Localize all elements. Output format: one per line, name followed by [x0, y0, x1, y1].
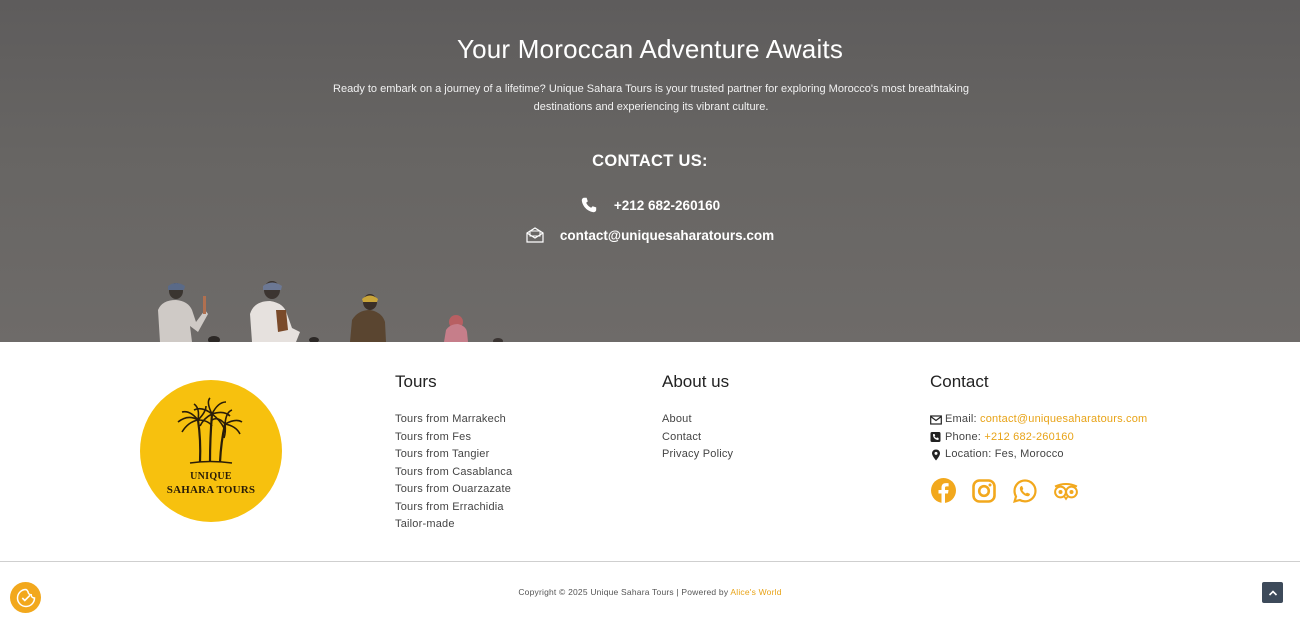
hero-photo-people — [158, 281, 503, 342]
palm-trees-icon — [177, 397, 243, 464]
contact-us-heading: CONTACT US: — [592, 152, 708, 170]
social-links — [930, 478, 1147, 504]
email-label: Email: — [945, 413, 977, 425]
tours-link-tangier[interactable]: Tours from Tangier — [395, 446, 512, 464]
hero-description-line2: destinations and experiencing its vibran… — [533, 100, 769, 113]
tripadvisor-icon[interactable] — [1053, 478, 1079, 504]
contact-email-row: Email: contact@uniquesaharatours.com — [930, 411, 1147, 429]
footer-tours-column: Tours Tours from Marrakech Tours from Fe… — [395, 372, 512, 534]
whatsapp-icon[interactable] — [1012, 478, 1038, 504]
tours-link-marrakech[interactable]: Tours from Marrakech — [395, 411, 512, 429]
logo-text-sahara-tours: SAHARA TOURS — [166, 484, 256, 496]
about-link[interactable]: About — [662, 411, 733, 429]
envelope-icon — [930, 414, 942, 426]
facebook-icon[interactable] — [930, 478, 956, 504]
footer-bottom-bar: Copyright © 2025 Unique Sahara Tours | P… — [0, 562, 1300, 619]
contact-location-row: Location: Fes, Morocco — [930, 446, 1147, 464]
hero-email-line[interactable]: contact@uniquesaharatours.com — [0, 226, 1300, 244]
scroll-to-top-button[interactable] — [1262, 582, 1283, 603]
hero-email-address[interactable]: contact@uniquesaharatours.com — [560, 228, 774, 243]
privacy-policy-link[interactable]: Privacy Policy — [662, 446, 733, 464]
email-link[interactable]: contact@uniquesaharatours.com — [980, 411, 1147, 429]
contact-heading: Contact — [930, 372, 989, 391]
chevron-up-icon — [1268, 589, 1277, 596]
phone-label: Phone: — [945, 430, 982, 443]
tours-link-fes[interactable]: Tours from Fes — [395, 429, 512, 447]
hero-title: Your Moroccan Adventure Awaits — [456, 34, 844, 64]
tours-link-tailor-made[interactable]: Tailor-made — [395, 516, 512, 534]
tours-link-casablanca[interactable]: Tours from Casablanca — [395, 464, 512, 482]
about-heading: About us — [662, 372, 730, 391]
tours-heading: Tours — [395, 372, 437, 391]
footer-about-column: About us About Contact Privacy Policy — [662, 372, 733, 464]
logo-text-unique: UNIQUE — [190, 471, 232, 482]
hero-description-line1: Ready to embark on a journey of a lifeti… — [333, 83, 969, 95]
tours-link-ouarzazate[interactable]: Tours from Ouarzazate — [395, 481, 512, 499]
map-marker-icon — [930, 449, 942, 461]
location-label: Location: — [945, 448, 992, 460]
hero-phone-line[interactable]: +212 682-260160 — [0, 196, 1300, 214]
location-value: Fes, Morocco — [994, 448, 1064, 460]
phone-square-icon — [930, 431, 942, 443]
hero-phone-number[interactable]: +212 682-260160 — [614, 198, 720, 213]
contact-phone-row: Phone: +212 682-260160 — [930, 429, 1147, 447]
contact-link[interactable]: Contact — [662, 429, 733, 447]
copyright-label: Copyright © 2025 Unique Sahara Tours | P… — [518, 587, 729, 597]
tours-link-errachidia[interactable]: Tours from Errachidia — [395, 499, 512, 517]
footer-contact-column: Contact Email: contact@uniquesaharatours… — [930, 372, 1147, 504]
hero-section: Your Moroccan Adventure Awaits Ready to … — [0, 0, 1300, 342]
powered-by-link[interactable]: Alice's World — [730, 587, 781, 597]
site-logo[interactable]: UNIQUE SAHARA TOURS — [140, 380, 282, 522]
envelope-icon — [526, 226, 544, 244]
footer-main: UNIQUE SAHARA TOURS Tours Tours from Mar… — [0, 342, 1300, 561]
phone-icon — [580, 196, 598, 214]
instagram-icon[interactable] — [971, 478, 997, 504]
copyright-text: Copyright © 2025 Unique Sahara Tours | P… — [0, 587, 1300, 597]
hero-description: Ready to embark on a journey of a lifeti… — [320, 81, 982, 116]
phone-link[interactable]: +212 682-260160 — [984, 429, 1074, 447]
